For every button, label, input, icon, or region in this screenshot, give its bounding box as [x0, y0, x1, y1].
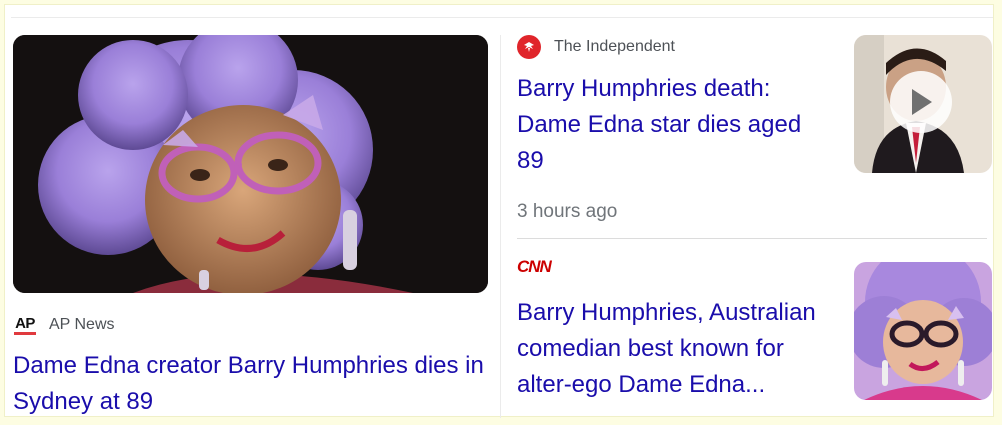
story-timestamp: 3 hours ago: [517, 201, 618, 222]
row-divider: [517, 238, 987, 239]
cnn-logo: CNN: [517, 257, 552, 276]
eagle-icon: [517, 35, 541, 59]
news-results-frame: AP AP News Dame Edna creator Barry Humph…: [4, 4, 994, 418]
source-name: The Independent: [554, 38, 675, 55]
story-headline[interactable]: Barry Humphries death: Dame Edna star di…: [517, 71, 817, 179]
top-story-card-ap[interactable]: AP AP News Dame Edna creator Barry Humph…: [13, 35, 491, 415]
source-row-independent: The Independent: [517, 35, 675, 59]
story-headline[interactable]: Dame Edna creator Barry Humphries dies i…: [13, 348, 491, 420]
top-story-card-cnn[interactable]: CNN Barry Humphries, Australian comedian…: [517, 255, 992, 405]
ap-news-logo: AP: [13, 313, 37, 337]
column-divider: [500, 35, 501, 418]
source-row-cnn: CNN: [517, 255, 552, 279]
source-row-ap: AP AP News: [13, 313, 115, 337]
story-headline[interactable]: Barry Humphries, Australian comedian bes…: [517, 295, 835, 403]
top-divider: [11, 17, 993, 18]
story-image-dame-edna[interactable]: [13, 35, 488, 293]
play-icon[interactable]: [890, 71, 952, 133]
story-thumbnail-video[interactable]: [854, 35, 992, 173]
top-story-card-independent[interactable]: The Independent Barry Humphries death: D…: [517, 35, 992, 225]
source-name: AP News: [49, 316, 115, 333]
story-thumbnail-dame-edna[interactable]: [854, 262, 992, 400]
